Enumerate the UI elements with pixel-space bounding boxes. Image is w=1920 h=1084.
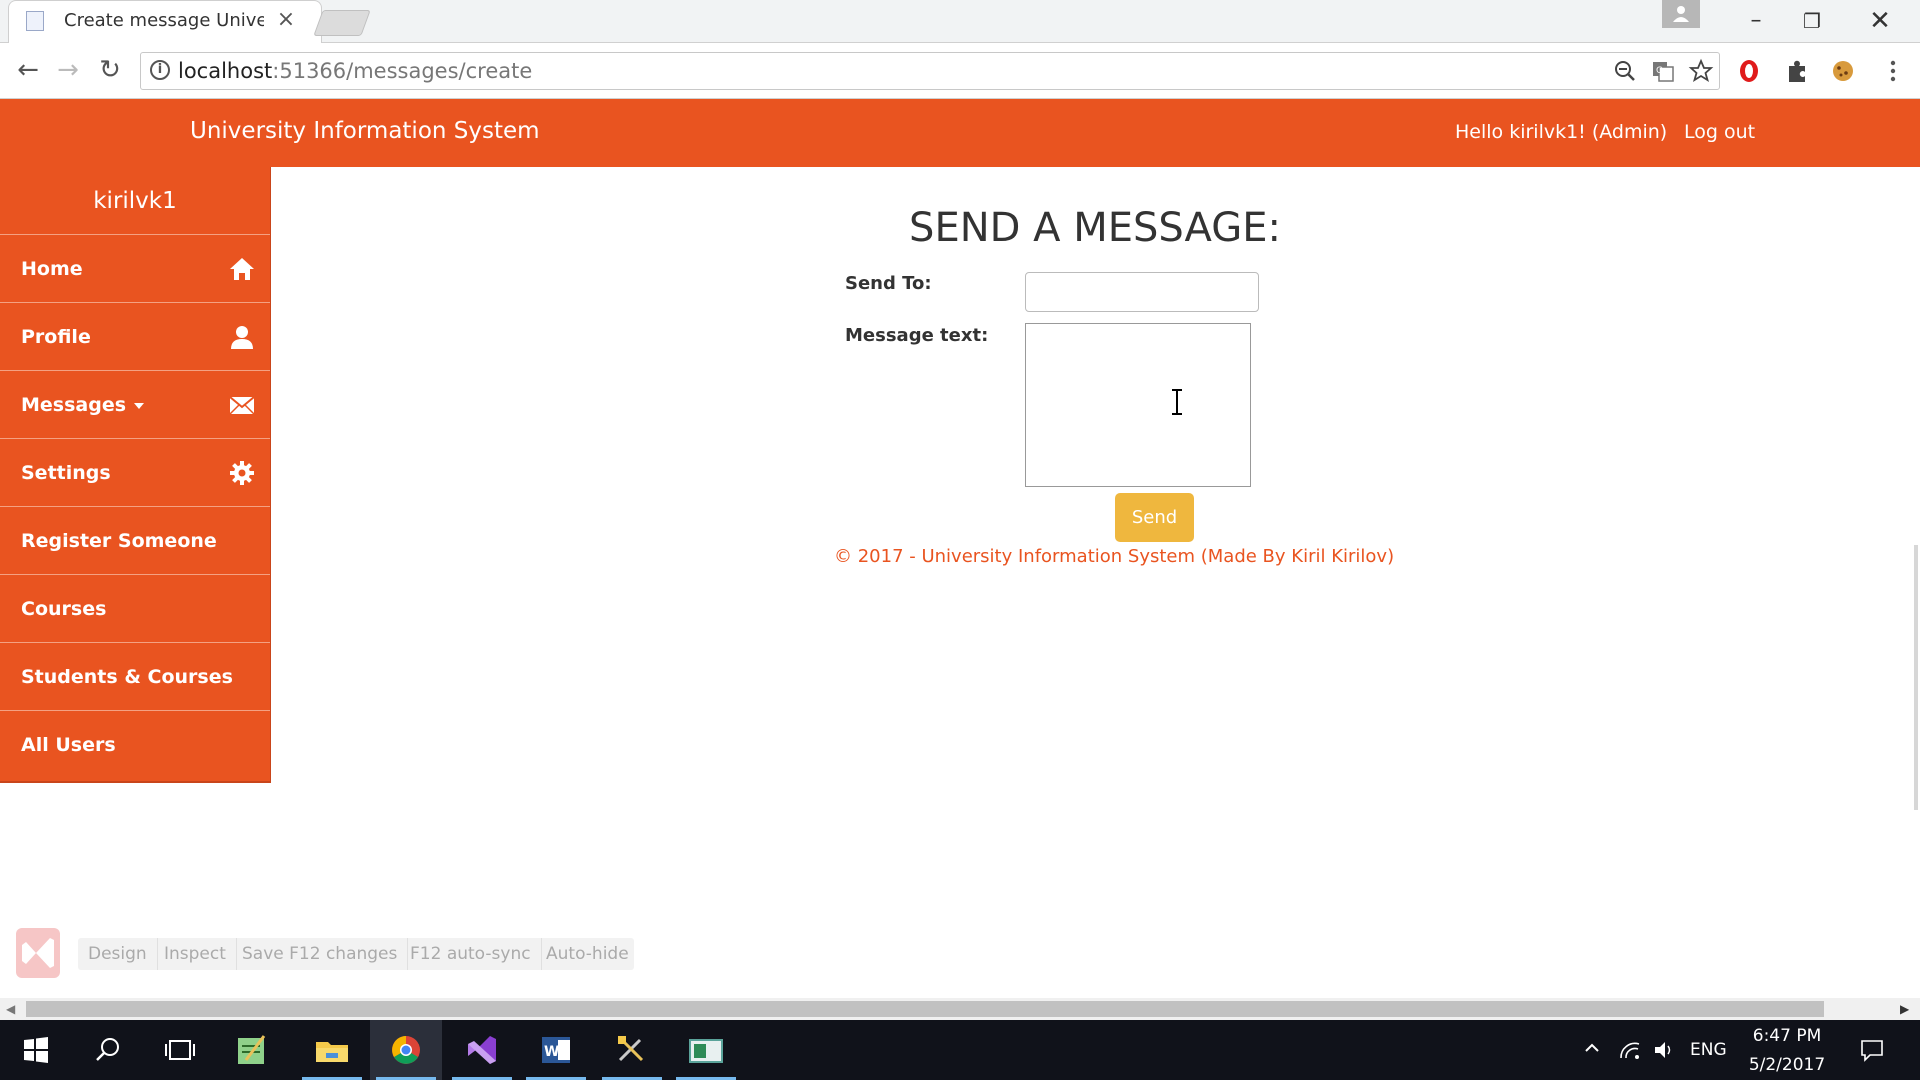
sidebar-item-label: Register Someone: [21, 530, 217, 552]
volume-icon[interactable]: [1652, 1038, 1676, 1062]
visual-studio-icon[interactable]: [446, 1020, 518, 1080]
send-to-label: Send To:: [845, 273, 932, 294]
show-hidden-icons-icon[interactable]: [1582, 1038, 1602, 1058]
tab-title: Create message Universi: [64, 10, 264, 31]
send-to-input[interactable]: [1025, 272, 1259, 312]
clock-time[interactable]: 6:47 PM: [1732, 1026, 1842, 1046]
puzzle-icon[interactable]: [1780, 54, 1814, 88]
sidebar-item-label: Profile: [21, 326, 91, 348]
vertical-scrollbar-thumb[interactable]: [1914, 545, 1918, 810]
file-explorer-icon[interactable]: [296, 1020, 368, 1080]
network-icon[interactable]: [1618, 1038, 1642, 1062]
app-icon[interactable]: [670, 1020, 742, 1080]
send-button[interactable]: Send: [1115, 493, 1194, 542]
visual-studio-logo-icon[interactable]: [14, 926, 62, 980]
cookie-icon[interactable]: [1826, 54, 1860, 88]
sidebar-item-label: Home: [21, 258, 83, 280]
sidebar-item-home[interactable]: Home: [0, 235, 270, 303]
sidebar-item-all-users[interactable]: All Users: [0, 711, 270, 779]
user-icon: [228, 323, 256, 351]
footer-copyright: © 2017 - University Information System (…: [834, 546, 1395, 567]
page-favicon-icon: [26, 11, 44, 31]
reload-button[interactable]: ↻: [90, 50, 130, 90]
input-language-indicator[interactable]: ENG: [1690, 1040, 1727, 1060]
chevron-down-icon: [134, 402, 145, 409]
brand-link[interactable]: University Information System: [190, 118, 540, 144]
window-close-button[interactable]: ✕: [1852, 4, 1908, 38]
word-icon[interactable]: W: [520, 1020, 592, 1080]
sidebar-username: kirilvk1: [0, 167, 270, 235]
sidebar-item-label: Messages: [21, 371, 145, 439]
design-button[interactable]: Design: [78, 938, 158, 970]
sidebar-item-profile[interactable]: Profile: [0, 303, 270, 371]
sidebar-item-settings[interactable]: Settings: [0, 439, 270, 507]
tab-close-icon[interactable]: ×: [274, 8, 298, 32]
translate-icon[interactable]: G: [1646, 54, 1680, 88]
tools-icon[interactable]: [596, 1020, 668, 1080]
sidebar-item-label: Students & Courses: [21, 666, 233, 688]
sidebar-item-messages[interactable]: Messages: [0, 371, 270, 439]
text-cursor-icon: [1170, 387, 1184, 417]
envelope-icon: [228, 391, 256, 419]
profile-avatar-icon[interactable]: [1662, 0, 1700, 28]
url-host: localhost: [178, 59, 273, 83]
sidebar-item-label: Settings: [21, 462, 111, 484]
clock-date[interactable]: 5/2/2017: [1732, 1055, 1842, 1075]
new-tab-button[interactable]: [313, 10, 371, 36]
sidebar-item-courses[interactable]: Courses: [0, 575, 270, 643]
window-restore-button[interactable]: ❐: [1784, 4, 1840, 38]
logout-link[interactable]: Log out: [1684, 121, 1755, 143]
url-text[interactable]: localhost:51366/messages/create: [178, 57, 532, 85]
sidebar-item-students-courses[interactable]: Students & Courses: [0, 643, 270, 711]
window-minimize-button[interactable]: –: [1728, 4, 1784, 38]
extension-opera-icon[interactable]: [1732, 54, 1766, 88]
svg-text:G: G: [1656, 66, 1663, 76]
message-text-area[interactable]: [1025, 323, 1251, 487]
f12-auto-sync-button[interactable]: F12 auto-sync: [400, 938, 542, 970]
menu-icon[interactable]: [1876, 54, 1910, 88]
scroll-right-arrow-icon[interactable]: ▶: [1900, 1001, 1914, 1017]
gear-icon: [228, 459, 256, 487]
sidebar-item-label: All Users: [21, 734, 116, 756]
inspect-button[interactable]: Inspect: [154, 938, 237, 970]
url-path: :51366/messages/create: [272, 59, 533, 83]
svg-text:W: W: [544, 1044, 559, 1060]
messages-label-text: Messages: [21, 394, 127, 416]
horizontal-scrollbar-thumb[interactable]: [26, 1001, 1824, 1017]
user-greeting-link[interactable]: Hello kirilvk1! (Admin): [1455, 121, 1667, 143]
sidebar-item-register[interactable]: Register Someone: [0, 507, 270, 575]
save-f12-changes-button[interactable]: Save F12 changes: [232, 938, 409, 970]
action-center-icon[interactable]: [1858, 1036, 1886, 1064]
message-text-label: Message text:: [845, 325, 989, 346]
back-button[interactable]: ←: [8, 50, 48, 90]
zoom-icon[interactable]: [1608, 54, 1642, 88]
auto-hide-button[interactable]: Auto-hide: [536, 938, 639, 970]
sidebar-item-label: Courses: [21, 598, 107, 620]
notepad-icon[interactable]: [216, 1020, 288, 1080]
chrome-icon[interactable]: [370, 1020, 442, 1080]
windows-start-icon[interactable]: [0, 1020, 72, 1080]
forward-button[interactable]: →: [48, 50, 88, 90]
task-view-icon[interactable]: [144, 1020, 216, 1080]
site-info-icon[interactable]: i: [150, 60, 170, 80]
page-title: SEND A MESSAGE:: [909, 205, 1281, 251]
search-icon[interactable]: [72, 1020, 144, 1080]
home-icon: [228, 255, 256, 283]
bookmark-star-icon[interactable]: [1684, 54, 1718, 88]
scroll-left-arrow-icon[interactable]: ◀: [6, 1001, 20, 1017]
